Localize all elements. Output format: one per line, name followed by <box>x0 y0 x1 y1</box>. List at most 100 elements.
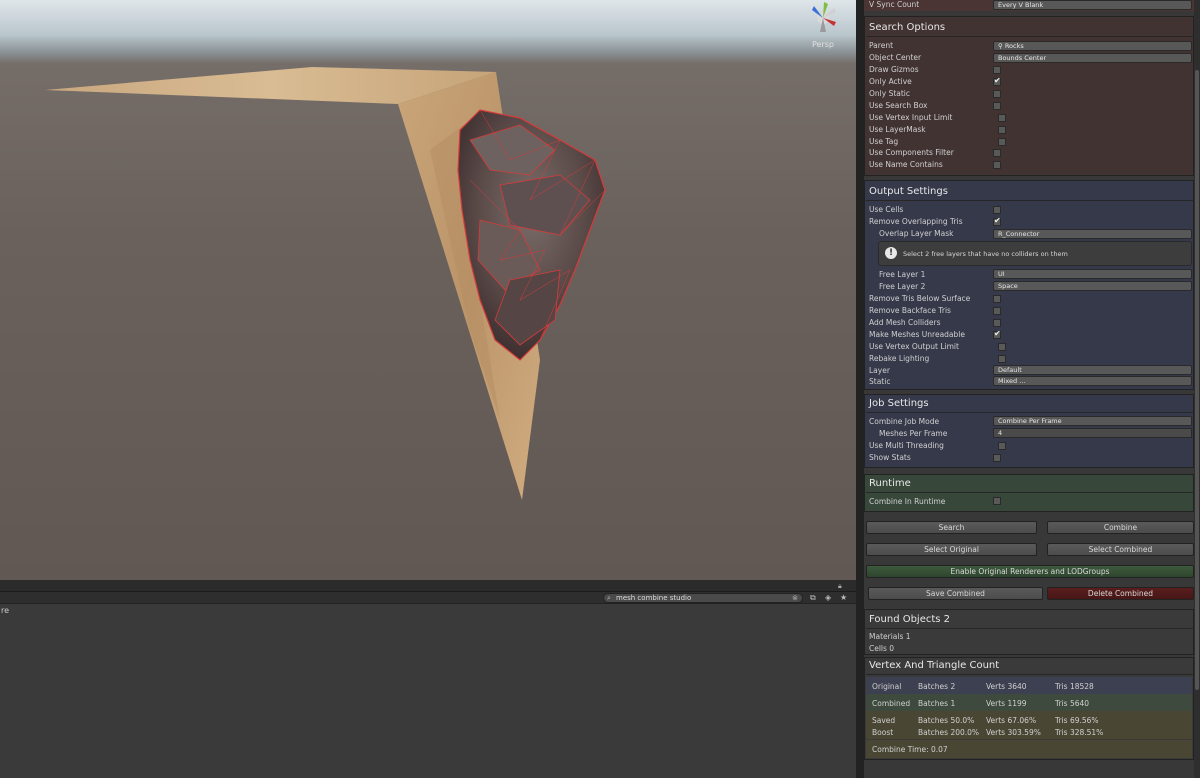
use-search-box-checkbox[interactable] <box>993 102 1001 110</box>
scene-view[interactable]: Persp <box>0 0 856 580</box>
select-combined-button[interactable]: Select Combined <box>1047 543 1194 556</box>
search-value: mesh combine studio <box>616 594 692 602</box>
remove-backface-tris-checkbox[interactable] <box>993 307 1001 315</box>
use-tag-checkbox[interactable] <box>998 138 1006 146</box>
select-original-button[interactable]: Select Original <box>866 543 1037 556</box>
object-center-dropdown[interactable]: Bounds Center <box>993 53 1192 63</box>
panel-divider[interactable] <box>856 0 864 778</box>
found-objects-title: Found Objects 2 <box>869 614 951 625</box>
boost-verts: Verts 303.59% <box>986 728 1041 737</box>
draw-gizmos-label: Draw Gizmos <box>869 65 919 74</box>
combined-label: Combined <box>872 699 911 708</box>
clear-search-icon[interactable]: ⊗ <box>792 594 798 602</box>
static-dropdown[interactable]: Mixed ... <box>993 376 1192 386</box>
combined-tris: Tris 5640 <box>1055 699 1090 708</box>
materials-count: Materials 1 <box>869 632 911 641</box>
parent-field[interactable]: ⚲ Rocks <box>993 41 1192 51</box>
use-multi-threading-label: Use Multi Threading <box>869 441 944 450</box>
cells-count: Cells 0 <box>869 644 895 653</box>
combine-in-runtime-checkbox[interactable] <box>993 497 1001 505</box>
scrollbar-thumb[interactable] <box>1195 70 1199 690</box>
boost-label: Boost <box>872 728 894 737</box>
combine-in-runtime-label: Combine In Runtime <box>869 497 946 506</box>
filter-icon[interactable]: ⧉ <box>810 593 816 603</box>
overlap-layer-mask-label: Overlap Layer Mask <box>879 229 954 238</box>
remove-overlapping-tris-label: Remove Overlapping Tris <box>869 217 963 226</box>
free-layer-2-label: Free Layer 2 <box>879 282 926 291</box>
free-layer-1-label: Free Layer 1 <box>879 270 926 279</box>
combine-job-mode-label: Combine Job Mode <box>869 417 940 426</box>
vsync-row: V Sync Count Every V Blank <box>864 0 1200 11</box>
combine-button[interactable]: Combine <box>1047 521 1194 534</box>
make-meshes-unreadable-checkbox[interactable] <box>993 329 1001 339</box>
free-layer-2-dropdown[interactable]: Space <box>993 281 1192 291</box>
overlap-layer-mask-dropdown[interactable]: R_Connector <box>993 229 1192 239</box>
use-layermask-label: Use LayerMask <box>869 125 926 134</box>
combine-job-mode-dropdown[interactable]: Combine Per Frame <box>993 416 1192 426</box>
bottom-toolbar: ⌕ mesh combine studio ⊗ ⧉ ◈ ★ <box>0 592 856 604</box>
remove-overlapping-tris-checkbox[interactable] <box>993 216 1001 226</box>
vsync-label: V Sync Count <box>869 0 920 9</box>
bottom-tab-bar: 🔒︎ <box>0 580 856 592</box>
combined-verts: Verts 1199 <box>986 699 1027 708</box>
saved-tris: Tris 69.56% <box>1055 716 1099 725</box>
help-box: ! Select 2 free layers that have no coll… <box>878 241 1192 266</box>
label-icon[interactable]: ◈ <box>825 593 831 602</box>
use-vertex-output-limit-label: Use Vertex Output Limit <box>869 342 959 351</box>
use-name-contains-label: Use Name Contains <box>869 160 943 169</box>
search-icon: ⌕ <box>607 594 611 602</box>
rebake-lighting-label: Rebake Lighting <box>869 354 930 363</box>
only-active-label: Only Active <box>869 77 912 86</box>
only-static-checkbox[interactable] <box>993 90 1001 98</box>
original-label: Original <box>872 682 902 691</box>
meshes-per-frame-input[interactable]: 4 <box>993 428 1192 438</box>
use-vertex-input-limit-label: Use Vertex Input Limit <box>869 113 953 122</box>
make-meshes-unreadable-label: Make Meshes Unreadable <box>869 330 965 339</box>
use-multi-threading-checkbox[interactable] <box>998 442 1006 450</box>
add-mesh-colliders-label: Add Mesh Colliders <box>869 318 941 327</box>
meshes-per-frame-label: Meshes Per Frame <box>879 429 948 438</box>
use-layermask-checkbox[interactable] <box>998 126 1006 134</box>
combine-time-row: Combine Time: 0.07 <box>866 740 1192 758</box>
project-label: re <box>1 606 10 615</box>
lock-icon[interactable]: 🔒︎ <box>838 582 846 590</box>
original-row: Original Batches 2 Verts 3640 Tris 18528 <box>866 677 1192 694</box>
layer-dropdown[interactable]: Default <box>993 365 1192 375</box>
saved-verts: Verts 67.06% <box>986 716 1037 725</box>
remove-tris-below-surface-label: Remove Tris Below Surface <box>869 294 971 303</box>
only-active-checkbox[interactable] <box>993 76 1001 86</box>
object-center-label: Object Center <box>869 53 922 62</box>
persp-label[interactable]: Persp <box>812 40 834 49</box>
boost-tris: Tris 328.51% <box>1055 728 1104 737</box>
original-verts: Verts 3640 <box>986 682 1027 691</box>
combine-time: Combine Time: 0.07 <box>872 745 948 754</box>
use-components-filter-checkbox[interactable] <box>993 149 1001 157</box>
star-icon[interactable]: ★ <box>840 593 847 602</box>
bottom-panel: 🔒︎ ⌕ mesh combine studio ⊗ ⧉ ◈ ★ re <box>0 580 856 778</box>
inspector-scrollbar[interactable] <box>1194 0 1200 778</box>
use-vertex-output-limit-checkbox[interactable] <box>998 343 1006 351</box>
draw-gizmos-checkbox[interactable] <box>993 66 1001 74</box>
delete-combined-button[interactable]: Delete Combined <box>1047 587 1194 600</box>
combined-row: Combined Batches 1 Verts 1199 Tris 5640 <box>866 694 1192 711</box>
show-stats-checkbox[interactable] <box>993 454 1001 462</box>
original-batches: Batches 2 <box>918 682 956 691</box>
free-layer-1-dropdown[interactable]: UI <box>993 269 1192 279</box>
vsync-dropdown[interactable]: Every V Blank <box>993 0 1192 10</box>
use-vertex-input-limit-checkbox[interactable] <box>998 114 1006 122</box>
use-name-contains-checkbox[interactable] <box>993 161 1001 169</box>
add-mesh-colliders-checkbox[interactable] <box>993 319 1001 327</box>
hierarchy-search-input[interactable]: ⌕ mesh combine studio ⊗ <box>603 593 803 603</box>
saved-batches: Batches 50.0% <box>918 716 975 725</box>
original-tris: Tris 18528 <box>1055 682 1094 691</box>
save-combined-button[interactable]: Save Combined <box>868 587 1043 600</box>
search-button[interactable]: Search <box>866 521 1037 534</box>
job-settings-title: Job Settings <box>869 398 929 409</box>
rebake-lighting-checkbox[interactable] <box>998 355 1006 363</box>
parent-label: Parent <box>869 41 894 50</box>
enable-original-renderers-button[interactable]: Enable Original Renderers and LODGroups <box>866 565 1194 578</box>
remove-tris-below-surface-checkbox[interactable] <box>993 295 1001 303</box>
use-search-box-label: Use Search Box <box>869 101 928 110</box>
use-cells-checkbox[interactable] <box>993 206 1001 214</box>
show-stats-label: Show Stats <box>869 453 911 462</box>
